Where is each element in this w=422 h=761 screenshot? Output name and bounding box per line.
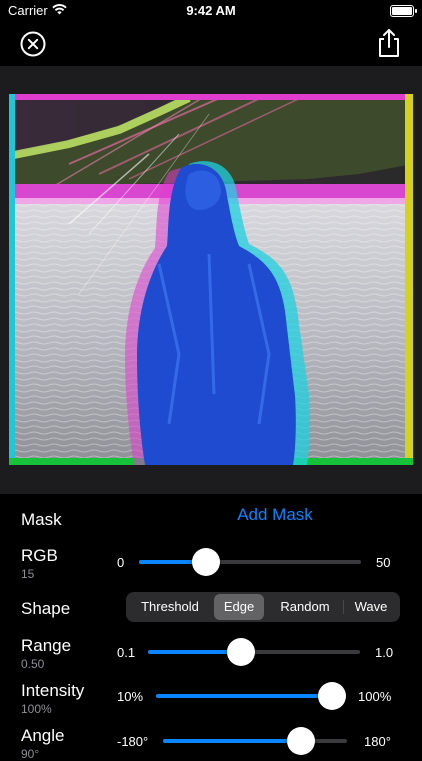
angle-slider-track[interactable]: [163, 739, 347, 743]
rgb-value: 15: [21, 567, 35, 581]
range-slider-thumb[interactable]: [227, 638, 256, 666]
intensity-label: Intensity: [21, 681, 85, 700]
intensity-slider-fill: [156, 694, 332, 698]
mask-label: Mask: [21, 510, 62, 529]
status-bar: Carrier 9:42 AM: [0, 0, 422, 22]
angle-slider-fill: [163, 739, 301, 743]
intensity-min-label: 10%: [117, 689, 144, 704]
range-value: 0.50: [21, 657, 45, 671]
intensity-max-label: 100%: [358, 689, 392, 704]
angle-max-label: 180°: [364, 734, 391, 749]
canvas-area: [0, 66, 422, 494]
close-circle-icon[interactable]: [20, 31, 46, 57]
nav-bar: [0, 22, 422, 66]
controls-panel: Mask Add Mask RGB 15 0 50 Shape Threshol…: [0, 494, 422, 761]
range-max-label: 1.0: [375, 645, 394, 660]
clock-time: 9:42 AM: [186, 3, 236, 18]
rgb-min-label: 0: [117, 555, 125, 570]
angle-min-label: -180°: [117, 734, 149, 749]
angle-value: 90°: [21, 747, 40, 761]
rgb-slider-thumb[interactable]: [191, 548, 220, 576]
range-label: Range: [21, 636, 72, 655]
angle-label: Angle: [21, 726, 65, 745]
shape-option-random[interactable]: Random: [266, 594, 344, 620]
intensity-slider-track[interactable]: [156, 694, 332, 698]
glitch-photo[interactable]: [9, 94, 413, 465]
shape-option-edge[interactable]: Edge: [214, 594, 264, 620]
shape-option-wave[interactable]: Wave: [344, 594, 398, 620]
battery-icon: [390, 5, 417, 17]
shape-segmented-control: Threshold Edge Random Wave: [126, 592, 400, 622]
angle-slider-thumb[interactable]: [287, 727, 315, 755]
rgb-max-label: 50: [376, 555, 391, 570]
share-icon[interactable]: [376, 28, 402, 58]
range-min-label: 0.1: [117, 645, 136, 660]
intensity-value: 100%: [21, 702, 52, 716]
rgb-label: RGB: [21, 546, 58, 565]
rgb-slider-track[interactable]: [139, 560, 361, 564]
shape-label: Shape: [21, 599, 71, 618]
intensity-slider-thumb[interactable]: [318, 682, 346, 710]
shape-option-threshold[interactable]: Threshold: [128, 594, 212, 620]
add-mask-button[interactable]: Add Mask: [180, 505, 370, 525]
